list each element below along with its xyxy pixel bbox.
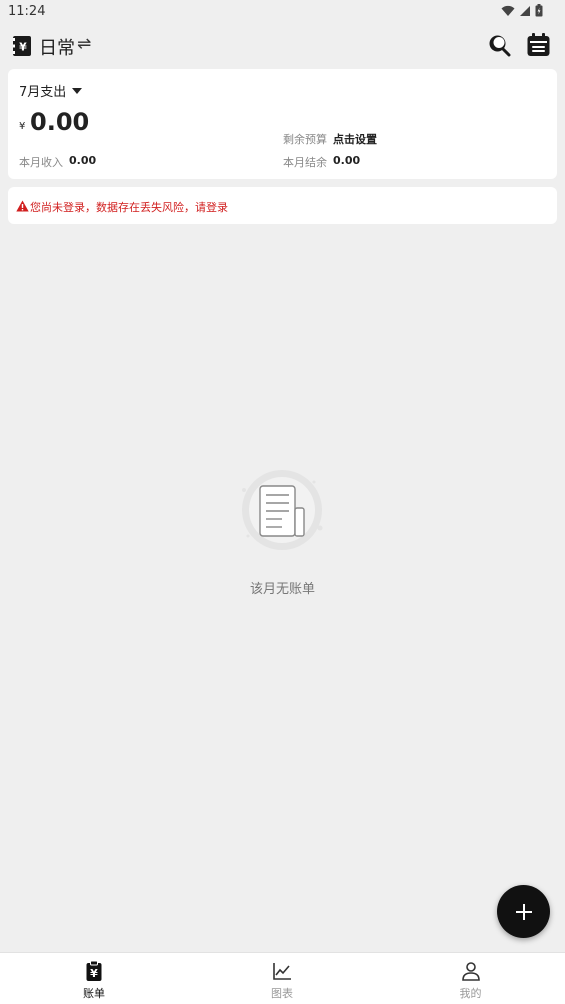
income-value: 0.00: [69, 154, 97, 167]
add-bill-button[interactable]: [497, 885, 550, 938]
wifi-icon: [501, 5, 515, 16]
signal-icon: [520, 5, 530, 16]
month-expense-label: 7月支出: [19, 85, 67, 100]
bottom-nav: ¥ 账单 图表 我的: [0, 952, 565, 1004]
nav-label: 图表: [271, 987, 293, 1000]
svg-text:¥: ¥: [90, 967, 98, 980]
swap-book-icon[interactable]: ⇌: [77, 34, 91, 54]
nav-item-charts[interactable]: 图表: [188, 953, 376, 1004]
budget-label: 剩余预算: [283, 133, 327, 146]
status-bar: 11:24: [0, 0, 565, 24]
empty-state-text: 该月无账单: [249, 582, 315, 597]
bill-clipboard-icon: ¥: [86, 961, 102, 981]
app-screen: 11:24 ¥ 日常 ⇌ 7月支出 ¥ 0.00 剩余预算 点击设置 本月收入 …: [0, 0, 565, 1004]
line-chart-icon: [273, 963, 291, 980]
account-book-icon[interactable]: ¥: [13, 36, 31, 56]
empty-bill-icon: [242, 470, 323, 550]
expense-amount: 0.00: [30, 108, 90, 136]
status-icons: [501, 4, 543, 17]
income-label: 本月收入: [19, 156, 63, 169]
login-warning-text: 您尚未登录，数据存在丢失风险，请登录: [30, 201, 228, 214]
status-time: 11:24: [8, 4, 46, 19]
nav-item-profile[interactable]: 我的: [376, 953, 565, 1004]
dropdown-caret-icon: [72, 87, 83, 94]
svg-text:¥: ¥: [19, 41, 27, 54]
person-icon: [461, 962, 480, 981]
monthly-summary-card: 7月支出 ¥ 0.00 剩余预算 点击设置 本月收入 0.00 本月结余 0.0…: [8, 69, 557, 179]
set-budget-link[interactable]: 点击设置: [333, 131, 377, 147]
search-icon[interactable]: [487, 33, 511, 57]
plus-icon: [515, 903, 532, 920]
nav-label: 账单: [83, 987, 105, 1000]
battery-icon: [535, 4, 543, 17]
book-name[interactable]: 日常: [39, 34, 75, 60]
currency-symbol: ¥: [19, 121, 26, 132]
balance-label: 本月结余: [283, 156, 327, 169]
warning-triangle-icon: [16, 200, 29, 212]
month-selector[interactable]: 7月支出: [19, 81, 83, 100]
nav-label: 我的: [459, 987, 482, 1000]
balance-value: 0.00: [333, 154, 361, 167]
calendar-icon[interactable]: [527, 33, 550, 57]
nav-item-bills[interactable]: ¥ 账单: [0, 953, 188, 1004]
login-warning-banner[interactable]: 您尚未登录，数据存在丢失风险，请登录: [8, 187, 557, 224]
app-header: ¥ 日常 ⇌: [0, 28, 565, 64]
